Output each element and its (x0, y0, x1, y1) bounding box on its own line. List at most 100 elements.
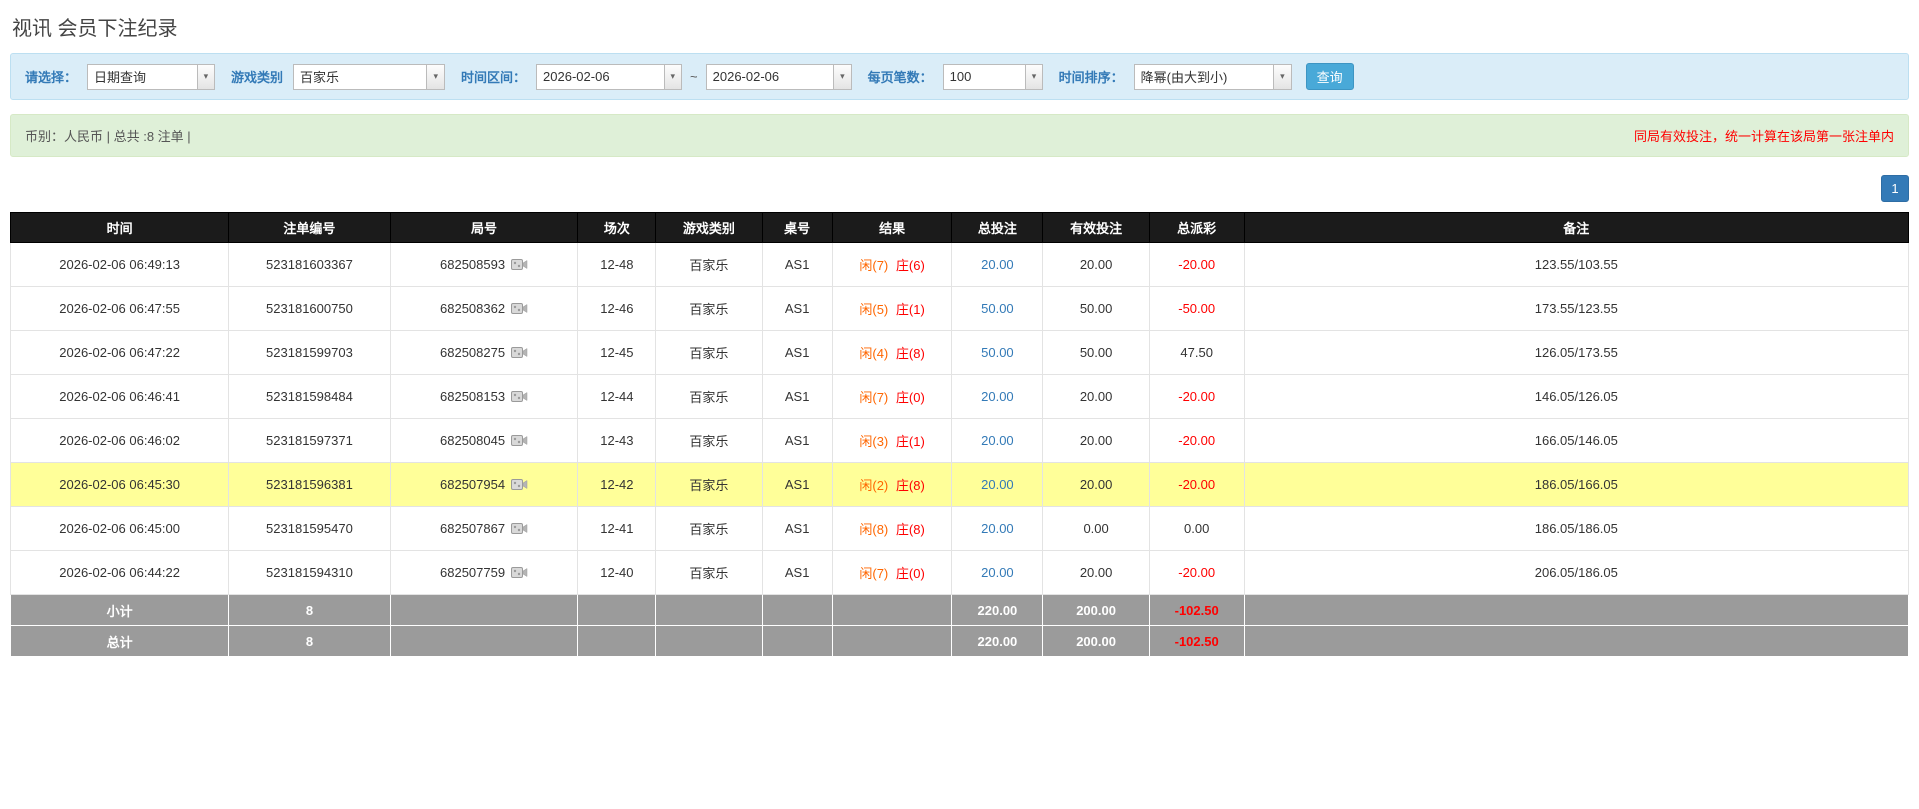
cell-time: 2026-02-06 06:47:55 (9, 286, 230, 331)
cell-session: 12-44 (577, 374, 657, 419)
date-from-picker[interactable]: ▾ (536, 63, 683, 90)
cell-result: 闲(7) 庄(6) (831, 242, 953, 287)
page-1-button[interactable]: 1 (1881, 175, 1909, 202)
time-range-label: 时间区间： (461, 70, 527, 85)
cell-note: 126.05/173.55 (1243, 330, 1910, 375)
total-bet-link[interactable]: 20.00 (981, 521, 1014, 536)
result-player: 闲(3) (859, 434, 889, 449)
page-size-select[interactable]: ▾ (942, 63, 1043, 90)
video-replay-icon[interactable] (511, 566, 528, 580)
total-bet-link[interactable]: 20.00 (981, 433, 1014, 448)
video-replay-icon[interactable] (511, 478, 528, 492)
sort-select[interactable]: ▾ (1133, 63, 1292, 90)
cell-order-id: 523181597371 (228, 418, 391, 463)
result-banker: 庄(8) (895, 346, 925, 361)
chevron-down-icon[interactable]: ▾ (833, 64, 851, 89)
cell-note: 173.55/123.55 (1243, 286, 1910, 331)
chevron-down-icon[interactable]: ▾ (663, 64, 682, 89)
chevron-down-icon[interactable]: ▾ (196, 64, 215, 89)
cell-order-id: 523181598484 (228, 374, 391, 419)
header-table-no: 桌号 (761, 212, 833, 243)
table-body: 2026-02-06 06:49:13 523181603367 6825085… (9, 242, 1910, 595)
header-game-type: 游戏类别 (655, 212, 763, 243)
cell-note: 146.05/126.05 (1243, 374, 1910, 419)
game-type-select[interactable]: ▾ (293, 63, 446, 90)
cell-valid-bet: 20.00 (1042, 418, 1150, 463)
sort-input[interactable] (1134, 64, 1273, 89)
result-player: 闲(7) (859, 390, 889, 405)
table-header-row: 时间 注单编号 局号 场次 游戏类别 桌号 结果 总投注 有效投注 总派彩 备注 (9, 212, 1910, 243)
table-row: 2026-02-06 06:45:00 523181595470 6825078… (9, 506, 1910, 551)
subtotal-total-bet: 220.00 (951, 594, 1044, 626)
summary-bar: 币别：人民币 | 总共 :8 注单 | 同局有效投注，统一计算在该局第一张注单内 (10, 114, 1909, 157)
cell-round-id: 682508275 (389, 330, 579, 375)
cell-session: 12-45 (577, 330, 657, 375)
cell-payout: -50.00 (1148, 286, 1245, 331)
cell-table-no: AS1 (761, 374, 833, 419)
round-id-value: 682507759 (440, 565, 506, 580)
filter-bar: 请选择： ▾ 游戏类别 ▾ 时间区间： ▾ ~ ▾ 每页笔数： ▾ 时间排序： … (10, 53, 1909, 100)
video-replay-icon[interactable] (511, 258, 528, 272)
video-replay-icon[interactable] (511, 522, 528, 536)
cell-time: 2026-02-06 06:46:41 (9, 374, 230, 419)
video-replay-icon[interactable] (511, 434, 528, 448)
chevron-down-icon[interactable]: ▾ (426, 64, 445, 89)
cell-total-bet: 20.00 (951, 550, 1044, 595)
total-bet-link[interactable]: 50.00 (981, 345, 1014, 360)
subtotal-valid-bet: 200.00 (1042, 594, 1150, 626)
table-row: 2026-02-06 06:46:41 523181598484 6825081… (9, 374, 1910, 419)
cell-game-type: 百家乐 (655, 418, 763, 463)
subtotal-row: 小计 8 220.00 200.00 -102.50 (9, 594, 1910, 626)
cell-payout: -20.00 (1148, 374, 1245, 419)
video-replay-icon[interactable] (511, 302, 528, 316)
query-type-select[interactable]: ▾ (87, 63, 216, 90)
cell-session: 12-41 (577, 506, 657, 551)
total-bet-link[interactable]: 20.00 (981, 389, 1014, 404)
total-total-bet: 220.00 (951, 625, 1044, 657)
header-round-id: 局号 (389, 212, 579, 243)
cell-payout: 47.50 (1148, 330, 1245, 375)
cell-result: 闲(7) 庄(0) (831, 374, 953, 419)
date-from-input[interactable] (537, 64, 664, 89)
summary-currency-count: 币别：人民币 | 总共 :8 注单 | (25, 129, 191, 144)
table-row: 2026-02-06 06:46:02 523181597371 6825080… (9, 418, 1910, 463)
result-player: 闲(4) (859, 346, 889, 361)
total-bet-link[interactable]: 20.00 (981, 477, 1014, 492)
total-bet-link[interactable]: 20.00 (981, 565, 1014, 580)
cell-game-type: 百家乐 (655, 286, 763, 331)
page-size-input[interactable] (943, 64, 1026, 89)
cell-payout: -20.00 (1148, 418, 1245, 463)
cell-time: 2026-02-06 06:47:22 (9, 330, 230, 375)
cell-result: 闲(4) 庄(8) (831, 330, 953, 375)
result-banker: 庄(0) (895, 390, 925, 405)
cell-time: 2026-02-06 06:45:30 (9, 462, 230, 507)
round-id-value: 682508362 (440, 301, 506, 316)
chevron-down-icon[interactable]: ▾ (1273, 64, 1291, 89)
round-id-value: 682508045 (440, 433, 506, 448)
cell-round-id: 682508045 (389, 418, 579, 463)
search-button[interactable]: 查询 (1305, 63, 1354, 90)
query-type-input[interactable] (88, 64, 197, 89)
cell-total-bet: 20.00 (951, 242, 1044, 287)
chevron-down-icon[interactable]: ▾ (1025, 64, 1042, 89)
cell-note: 206.05/186.05 (1243, 550, 1910, 595)
date-to-input[interactable] (706, 64, 834, 89)
cell-total-bet: 20.00 (951, 462, 1044, 507)
date-to-picker[interactable]: ▾ (705, 63, 852, 90)
cell-result: 闲(3) 庄(1) (831, 418, 953, 463)
cell-time: 2026-02-06 06:45:00 (9, 506, 230, 551)
cell-session: 12-43 (577, 418, 657, 463)
video-replay-icon[interactable] (511, 390, 528, 404)
total-bet-link[interactable]: 20.00 (981, 257, 1014, 272)
game-type-input[interactable] (294, 64, 427, 89)
header-result: 结果 (831, 212, 953, 243)
total-bet-link[interactable]: 50.00 (981, 301, 1014, 316)
subtotal-payout: -102.50 (1148, 594, 1245, 626)
cell-note: 186.05/186.05 (1243, 506, 1910, 551)
result-banker: 庄(1) (895, 302, 925, 317)
table-row: 2026-02-06 06:44:22 523181594310 6825077… (9, 550, 1910, 595)
cell-game-type: 百家乐 (655, 374, 763, 419)
cell-session: 12-48 (577, 242, 657, 287)
video-replay-icon[interactable] (511, 346, 528, 360)
cell-valid-bet: 20.00 (1042, 550, 1150, 595)
